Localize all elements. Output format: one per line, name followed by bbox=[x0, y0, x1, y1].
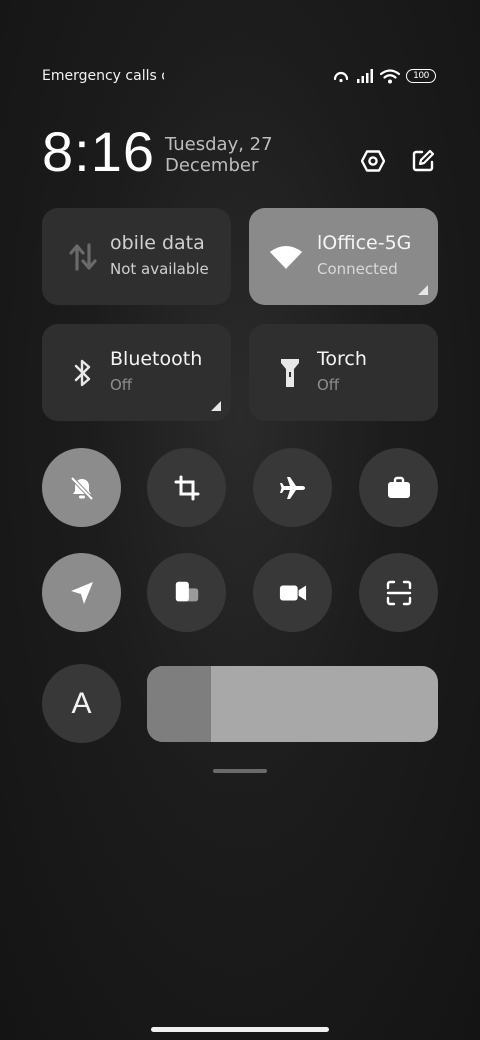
tile-bluetooth[interactable]: Bluetooth Off bbox=[42, 324, 231, 421]
expand-corner-icon bbox=[211, 401, 221, 411]
airplane-icon bbox=[279, 474, 307, 502]
brightness-slider[interactable] bbox=[147, 666, 438, 742]
mobile-data-status: Not available bbox=[110, 260, 209, 278]
toggle-airplane[interactable] bbox=[253, 448, 332, 527]
expand-corner-icon bbox=[418, 285, 428, 295]
toggle-work-mode[interactable] bbox=[359, 448, 438, 527]
location-icon bbox=[68, 579, 96, 607]
date: Tuesday, 27 December bbox=[165, 134, 273, 176]
tile-torch[interactable]: Torch Off bbox=[249, 324, 438, 421]
torch-title: Torch bbox=[317, 348, 367, 370]
mobile-data-icon bbox=[66, 240, 100, 274]
toggle-crop[interactable] bbox=[147, 448, 226, 527]
wifi-icon bbox=[380, 68, 400, 84]
header-actions bbox=[360, 149, 436, 177]
wifi-status: Connected bbox=[317, 260, 398, 278]
battery-level: 100 bbox=[413, 71, 429, 81]
toggle-screen-cast[interactable] bbox=[147, 553, 226, 632]
bluetooth-title: Bluetooth bbox=[110, 348, 203, 370]
toggle-silent[interactable] bbox=[42, 448, 121, 527]
tile-wifi[interactable]: lOffice-5G Connected bbox=[249, 208, 438, 305]
edit-button[interactable] bbox=[410, 149, 436, 177]
toggle-scanner[interactable] bbox=[359, 553, 438, 632]
brightness-fill bbox=[147, 666, 212, 742]
toggle-video-recorder[interactable] bbox=[253, 553, 332, 632]
crop-icon bbox=[173, 474, 201, 502]
bluetooth-status: Off bbox=[110, 376, 133, 394]
clock-row: 8:16 Tuesday, 27 December bbox=[42, 120, 436, 184]
font-size-button[interactable]: A bbox=[42, 664, 121, 743]
briefcase-icon bbox=[385, 474, 413, 502]
carrier-text: Emergency calls o bbox=[42, 68, 164, 84]
video-camera-icon bbox=[279, 579, 307, 607]
panel-drag-handle[interactable] bbox=[213, 769, 267, 773]
hotspot-icon bbox=[332, 68, 350, 84]
screen-cast-icon bbox=[173, 579, 201, 607]
tile-mobile-data[interactable]: obile data Not available bbox=[42, 208, 231, 305]
home-indicator[interactable] bbox=[151, 1027, 329, 1032]
font-size-label: A bbox=[71, 686, 92, 720]
torch-icon bbox=[273, 356, 307, 390]
wifi-tile-icon bbox=[269, 240, 303, 274]
signal-icon bbox=[356, 69, 374, 83]
wifi-network-name: lOffice-5G bbox=[317, 232, 412, 254]
bluetooth-icon bbox=[66, 356, 100, 390]
edit-icon bbox=[411, 149, 435, 177]
battery-icon: 100 bbox=[406, 69, 436, 83]
torch-status: Off bbox=[317, 376, 340, 394]
status-bar: Emergency calls o 100 bbox=[42, 64, 436, 88]
toggle-location[interactable] bbox=[42, 553, 121, 632]
status-icons: 100 bbox=[332, 68, 436, 84]
mobile-data-title: obile data bbox=[110, 232, 205, 254]
settings-icon bbox=[360, 149, 386, 177]
scan-icon bbox=[385, 579, 413, 607]
clock: 8:16 bbox=[42, 120, 155, 183]
settings-button[interactable] bbox=[360, 150, 386, 176]
silent-bell-icon bbox=[68, 474, 96, 502]
